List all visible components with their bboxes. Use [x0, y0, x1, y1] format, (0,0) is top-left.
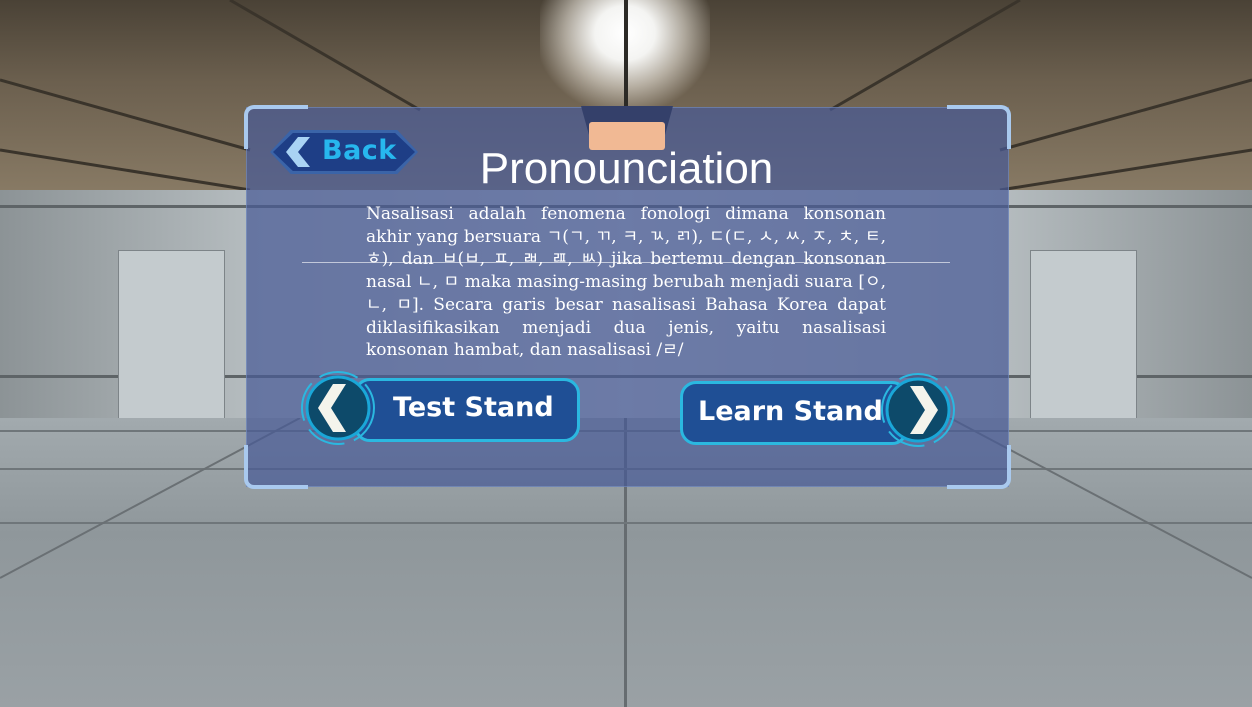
description-text: Nasalisasi adalah fenomena fonologi dima…	[366, 204, 886, 361]
chevron-left-icon	[301, 371, 375, 445]
learn-stand-button[interactable]: Learn Stand	[680, 372, 964, 452]
frame-corner	[947, 105, 1011, 149]
page-title: Pronounciation	[479, 144, 774, 193]
test-stand-label: Test Stand	[393, 392, 554, 423]
chevron-right-icon	[881, 373, 955, 447]
wall-panel	[118, 250, 225, 420]
learn-stand-label: Learn Stand	[698, 396, 883, 427]
test-stand-button[interactable]: Test Stand	[298, 368, 582, 448]
wall-panel	[1030, 250, 1137, 420]
frame-corner	[244, 445, 308, 489]
